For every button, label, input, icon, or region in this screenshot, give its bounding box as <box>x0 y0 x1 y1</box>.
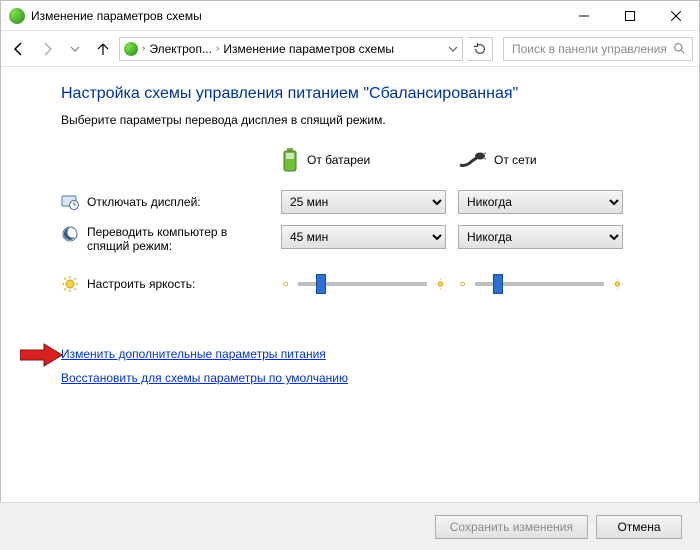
recent-button[interactable] <box>63 37 87 61</box>
row-sleep: Переводить компьютер в спящий режим: 45 … <box>61 225 669 259</box>
minimize-icon <box>579 11 589 21</box>
display-icon <box>61 193 79 211</box>
refresh-icon <box>473 42 487 56</box>
plug-icon <box>458 151 486 169</box>
breadcrumb-sep: › <box>216 43 219 54</box>
column-battery-label: От батареи <box>307 153 370 167</box>
callout-arrow <box>20 342 62 371</box>
link-advanced-settings[interactable]: Изменить дополнительные параметры питани… <box>61 347 326 361</box>
up-button[interactable] <box>91 37 115 61</box>
row-display-off-label: Отключать дисплей: <box>87 195 201 209</box>
brightness-plugged-slider-wrap <box>458 277 623 291</box>
battery-icon <box>281 147 299 173</box>
page-title: Настройка схемы управления питанием "Сба… <box>61 85 669 103</box>
cancel-button[interactable]: Отмена <box>596 515 682 539</box>
brightness-plugged-slider[interactable] <box>475 282 604 286</box>
refresh-button[interactable] <box>467 37 493 61</box>
column-plugged: От сети <box>458 147 623 173</box>
red-arrow-icon <box>20 342 62 368</box>
content-area: Настройка схемы управления питанием "Сба… <box>1 67 699 385</box>
display-off-battery-select[interactable]: 25 мин <box>281 190 446 214</box>
row-brightness-label: Настроить яркость: <box>87 277 195 291</box>
maximize-button[interactable] <box>607 1 653 31</box>
chevron-down-icon <box>70 44 80 54</box>
back-arrow-icon <box>11 41 27 57</box>
search-input[interactable] <box>510 41 673 57</box>
save-button[interactable]: Сохранить изменения <box>435 515 588 539</box>
breadcrumb-item-2[interactable]: Изменение параметров схемы <box>223 42 394 56</box>
search-box[interactable] <box>503 37 693 61</box>
window-title: Изменение параметров схемы <box>31 9 561 23</box>
brightness-icon <box>61 275 79 293</box>
sun-bright-icon <box>435 277 446 291</box>
sun-bright-icon <box>612 277 623 291</box>
column-plugged-label: От сети <box>494 153 537 167</box>
row-sleep-label: Переводить компьютер в спящий режим: <box>87 225 267 253</box>
app-icon <box>9 8 25 24</box>
brightness-battery-slider[interactable] <box>298 282 427 286</box>
sleep-plugged-select[interactable]: Никогда <box>458 225 623 249</box>
page-subtitle: Выберите параметры перевода дисплея в сп… <box>61 113 669 127</box>
sun-dim-icon <box>281 278 290 290</box>
forward-arrow-icon <box>39 41 55 57</box>
breadcrumb-icon <box>124 42 138 56</box>
sleep-battery-select[interactable]: 45 мин <box>281 225 446 249</box>
address-bar[interactable]: › Электроп... › Изменение параметров схе… <box>119 37 463 61</box>
toolbar: › Электроп... › Изменение параметров схе… <box>1 31 699 67</box>
brightness-battery-slider-wrap <box>281 277 446 291</box>
row-display-off: Отключать дисплей: 25 мин Никогда <box>61 185 669 219</box>
breadcrumb-sep: › <box>142 43 145 54</box>
link-restore-defaults[interactable]: Восстановить для схемы параметры по умол… <box>61 371 348 385</box>
footer: Сохранить изменения Отмена <box>0 502 700 550</box>
minimize-button[interactable] <box>561 1 607 31</box>
display-off-plugged-select[interactable]: Никогда <box>458 190 623 214</box>
titlebar: Изменение параметров схемы <box>1 1 699 31</box>
back-button[interactable] <box>7 37 31 61</box>
sun-dim-icon <box>458 278 467 290</box>
up-arrow-icon <box>95 41 111 57</box>
moon-icon <box>61 225 79 243</box>
row-brightness: Настроить яркость: <box>61 267 669 301</box>
column-battery: От батареи <box>281 147 446 173</box>
chevron-down-icon[interactable] <box>448 44 458 54</box>
close-icon <box>671 11 681 21</box>
forward-button[interactable] <box>35 37 59 61</box>
search-icon <box>673 42 686 55</box>
breadcrumb-item-1[interactable]: Электроп... <box>149 42 212 56</box>
maximize-icon <box>625 11 635 21</box>
column-headers: От батареи От сети <box>281 147 669 173</box>
close-button[interactable] <box>653 1 699 31</box>
